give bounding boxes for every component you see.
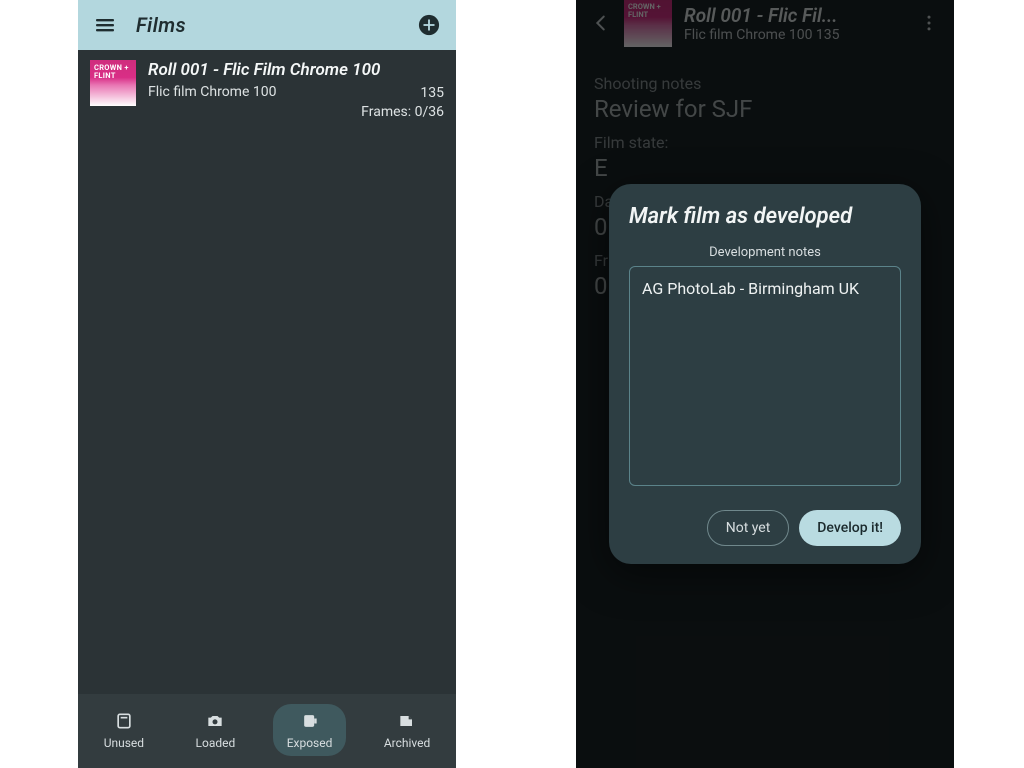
dialog-title: Mark film as developed — [629, 204, 901, 229]
film-info: Roll 001 - Flic Film Chrome 100 Flic fil… — [148, 60, 444, 122]
film-title: Roll 001 - Flic Film Chrome 100 — [148, 60, 444, 80]
development-notes-input[interactable] — [629, 266, 901, 486]
film-list-item[interactable]: CROWN +FLINT Roll 001 - Flic Film Chrome… — [78, 50, 456, 132]
tab-label: Exposed — [287, 736, 333, 750]
tab-loaded[interactable]: Loaded — [182, 704, 250, 756]
film-thumbnail: CROWN +FLINT — [90, 60, 136, 106]
films-body: CROWN +FLINT Roll 001 - Flic Film Chrome… — [78, 50, 456, 694]
film-roll-icon — [299, 710, 321, 732]
camera-icon — [204, 710, 226, 732]
tab-label: Unused — [104, 736, 144, 750]
add-film-button[interactable] — [416, 12, 442, 38]
tab-exposed[interactable]: Exposed — [273, 704, 347, 756]
not-yet-button[interactable]: Not yet — [707, 510, 790, 546]
develop-it-button[interactable]: Develop it! — [799, 510, 901, 546]
tab-archived[interactable]: Archived — [370, 704, 444, 756]
tab-unused[interactable]: Unused — [90, 704, 158, 756]
develop-dialog: Mark film as developed Development notes… — [609, 184, 921, 564]
dialog-subtitle: Development notes — [629, 245, 901, 260]
menu-icon[interactable] — [92, 12, 118, 38]
film-frames: Frames: 0/36 — [361, 103, 444, 122]
bottom-tabs: Unused Loaded Exposed Archived — [78, 694, 456, 768]
tab-label: Loaded — [196, 736, 236, 750]
film-iso: 135 — [420, 84, 444, 103]
phone-film-detail: CROWN +FLINT Roll 001 - Flic Fil... Flic… — [576, 0, 954, 768]
archive-icon — [396, 710, 418, 732]
tab-label: Archived — [384, 736, 430, 750]
page-title: Films — [136, 13, 398, 37]
box-icon — [113, 710, 135, 732]
phone-films-list: Films CROWN +FLINT Roll 001 - Flic Film … — [78, 0, 456, 768]
films-header: Films — [78, 0, 456, 50]
film-stock-name: Flic film Chrome 100 — [148, 84, 276, 122]
